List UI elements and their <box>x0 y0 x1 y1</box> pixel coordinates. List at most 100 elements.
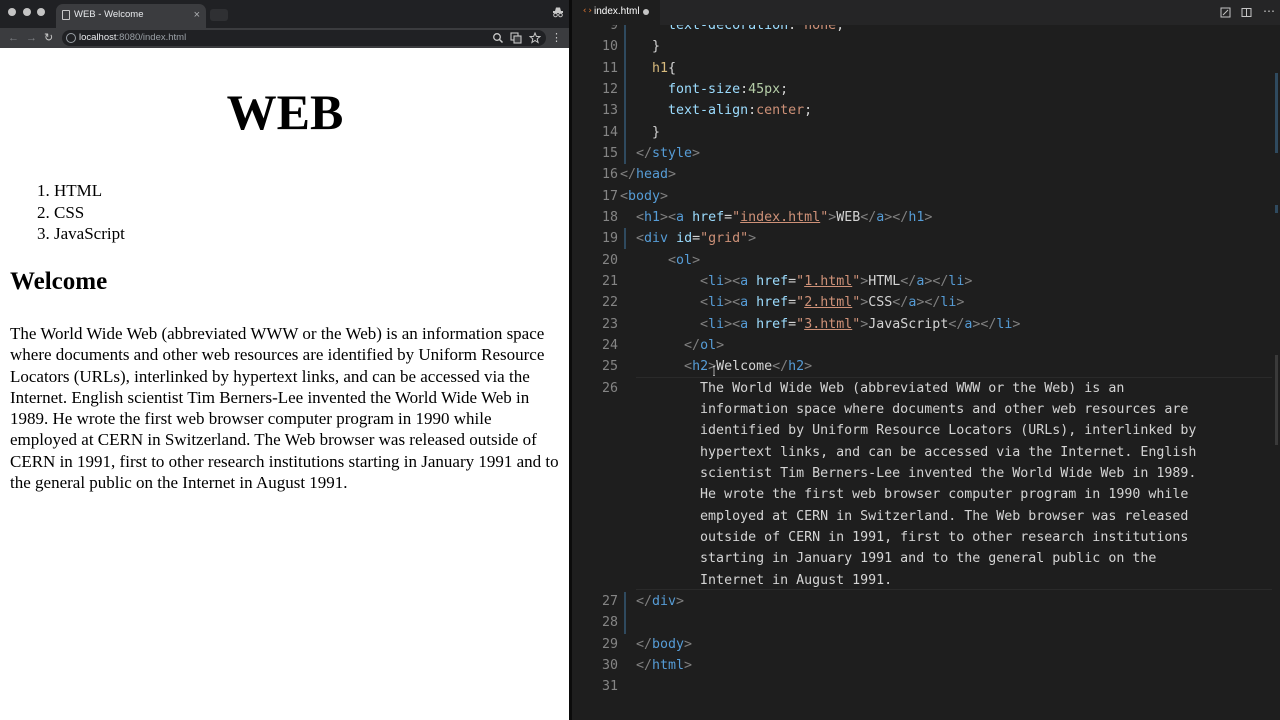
html-file-icon: ‹› <box>582 6 593 16</box>
code-line: </div> <box>636 594 685 609</box>
translate-icon[interactable] <box>510 32 522 44</box>
list-item-link[interactable]: JavaScript <box>54 224 125 243</box>
code-text: Internet in August 1991. <box>700 572 893 588</box>
code-text-wrap: The World Wide Web (abbreviated WWW or t… <box>636 378 1124 399</box>
element-text: JavaScript <box>868 316 949 332</box>
list-item-link[interactable]: CSS <box>54 203 84 222</box>
tag-name: li <box>708 274 725 289</box>
attribute-name: href <box>756 316 789 332</box>
gutter-change-marker <box>624 592 626 634</box>
tag-name: style <box>652 146 693 161</box>
editor-tab-index-html[interactable]: ‹› index.html <box>572 0 660 25</box>
browser-window: WEB - Welcome × ← → ↻ localhost:8080/ind… <box>0 0 570 720</box>
browser-tab-bar: WEB - Welcome × <box>0 0 570 28</box>
code-text-wrap: information space where documents and ot… <box>636 399 1188 420</box>
tag-name: h2 <box>788 359 805 375</box>
tag-name: h1 <box>908 210 925 225</box>
code-editor: 9 10 11 12 13 14 15 16 17 18 19 20 21 22… <box>572 0 1280 720</box>
browser-tab-welcome[interactable]: WEB - Welcome × <box>56 4 206 28</box>
css-property: font-size <box>668 82 741 97</box>
code-line: <li><a href="1.html">HTML</a></li> <box>700 274 973 289</box>
tag-name: a <box>740 274 749 289</box>
attribute-value-link[interactable]: index.html <box>740 210 820 225</box>
tag-name: h1 <box>644 210 661 225</box>
list-item[interactable]: 3. JavaScript <box>37 223 125 245</box>
element-text: HTML <box>868 274 901 289</box>
scrollbar-thumb[interactable] <box>1275 355 1278 445</box>
back-arrow-icon[interactable]: ← <box>8 31 19 45</box>
code-text-wrap: identified by Uniform Resource Locators … <box>636 420 1196 441</box>
line-number: 20 <box>601 252 618 268</box>
code-text-wrap: Internet in August 1991. <box>636 570 892 591</box>
attribute-value-link[interactable]: 1.html <box>804 274 852 289</box>
tag-name: ol <box>700 338 717 353</box>
forward-arrow-icon[interactable]: → <box>26 31 37 45</box>
reload-icon[interactable]: ↻ <box>44 31 53 45</box>
unsaved-dot-icon[interactable] <box>643 9 649 15</box>
bookmark-star-icon[interactable] <box>529 32 541 44</box>
line-number: 13 <box>601 103 618 119</box>
code-line: <li><a href="2.html">CSS</a></li> <box>700 295 965 311</box>
attribute-value-link[interactable]: 2.html <box>804 295 852 310</box>
code-line: </body> <box>636 636 693 652</box>
more-actions-icon[interactable]: ⋯ <box>1263 4 1275 18</box>
tag-name: li <box>940 295 957 311</box>
attribute-value-link[interactable]: 3.html <box>804 317 852 332</box>
incognito-icon <box>553 7 563 18</box>
code-text: He wrote the first web browser computer … <box>700 487 1189 503</box>
css-brace: } <box>652 124 661 140</box>
browser-menu-icon[interactable]: ⋮ <box>551 30 562 46</box>
code-line: <div id="grid"> <box>636 231 757 247</box>
tab-close-icon[interactable]: × <box>194 8 200 22</box>
code-text: information space where documents and ot… <box>700 402 1189 417</box>
url-text: localhost:8080/index.html <box>79 32 186 43</box>
element-text: CSS <box>868 295 893 311</box>
editor-scrollbar[interactable] <box>1272 25 1280 720</box>
tag-name: ol <box>676 252 693 268</box>
code-text-wrap: He wrote the first web browser computer … <box>636 484 1188 505</box>
element-text: WEB <box>836 210 861 225</box>
open-changes-icon[interactable] <box>1220 7 1231 18</box>
code-line: </ol> <box>684 338 725 353</box>
minimize-window-icon[interactable] <box>23 8 31 16</box>
scrollbar-change-marker <box>1275 73 1278 153</box>
code-line: <h2>Welcome</h2> <box>684 359 813 375</box>
code-line: <ol> <box>668 252 701 268</box>
url-host: localhost <box>79 32 117 43</box>
maximize-window-icon[interactable] <box>37 8 45 16</box>
split-editor-icon[interactable] <box>1241 7 1252 18</box>
tag-name: html <box>652 658 685 673</box>
code-line: </style> <box>636 146 701 161</box>
code-line: </html> <box>636 658 693 673</box>
line-number: 14 <box>601 124 618 140</box>
tag-name: h2 <box>692 359 709 375</box>
page-heading-web-link[interactable]: WEB <box>0 84 570 140</box>
line-number: 24 <box>601 338 618 353</box>
css-brace: } <box>652 39 661 55</box>
browser-toolbar: ← → ↻ localhost:8080/index.html ⋮ <box>0 28 570 48</box>
new-tab-button[interactable] <box>210 9 228 21</box>
code-text: identified by Uniform Resource Locators … <box>700 423 1197 439</box>
css-selector: h1 <box>652 60 669 76</box>
tab-title: WEB - Welcome <box>74 9 144 20</box>
editor-tab-label: index.html <box>594 6 640 17</box>
line-number: 27 <box>601 594 618 609</box>
code-line: </head> <box>620 167 677 183</box>
list-item-link[interactable]: HTML <box>54 181 102 200</box>
list-item[interactable]: 2. CSS <box>37 202 125 224</box>
code-line: <h1><a href="index.html">WEB</a></h1> <box>636 210 933 225</box>
address-bar[interactable]: localhost:8080/index.html <box>62 30 546 46</box>
line-number: 12 <box>601 82 618 97</box>
list-item[interactable]: 1. HTML <box>37 180 125 202</box>
line-number: 18 <box>601 210 618 225</box>
zoom-icon[interactable] <box>492 32 504 44</box>
code-area[interactable]: 9 10 11 12 13 14 15 16 17 18 19 20 21 22… <box>572 15 1272 720</box>
code-text: The World Wide Web (abbreviated WWW or t… <box>700 380 1125 396</box>
code-text-wrap: outside of CERN in 1991, first to other … <box>636 527 1188 548</box>
code-text-wrap: employed at CERN in Switzerland. The Web… <box>636 506 1188 527</box>
tag-name: body <box>628 188 661 204</box>
site-info-icon[interactable] <box>66 33 76 43</box>
code-text: outside of CERN in 1991, first to other … <box>700 530 1189 545</box>
close-window-icon[interactable] <box>8 8 16 16</box>
css-number: 45px <box>748 82 781 97</box>
